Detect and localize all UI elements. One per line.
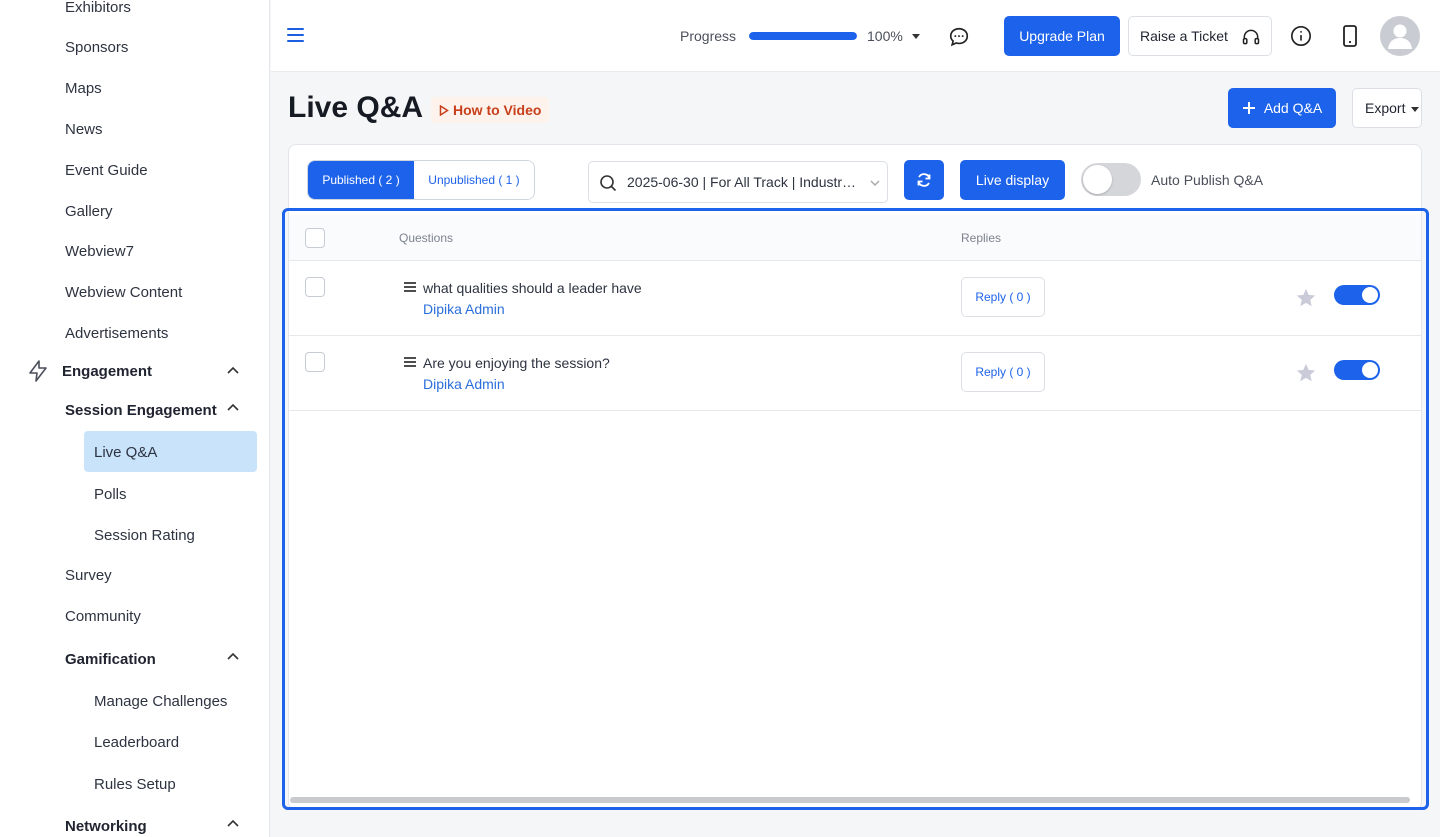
sidebar-item-rules-setup[interactable]: Rules Setup [94, 776, 176, 793]
phone-icon[interactable] [1342, 25, 1358, 47]
chevron-up-icon[interactable] [225, 363, 241, 379]
chevron-up-icon[interactable] [225, 400, 241, 416]
progress-bar-fill [749, 32, 857, 40]
sidebar-item-survey[interactable]: Survey [65, 567, 112, 584]
caret-down-icon [1411, 107, 1419, 112]
headset-icon [1242, 29, 1260, 45]
auto-publish-toggle[interactable] [1081, 163, 1141, 196]
how-to-video-link[interactable]: How to Video [431, 97, 550, 123]
page-title: Live Q&A [288, 91, 424, 124]
sidebar-item-manage-challenges[interactable]: Manage Challenges [94, 693, 227, 710]
sidebar-section-session-engagement[interactable]: Session Engagement [65, 402, 217, 419]
chevron-down-icon [870, 180, 880, 187]
add-qa-label: Add Q&A [1263, 100, 1323, 116]
sidebar-section-networking[interactable]: Networking [65, 818, 147, 835]
plus-icon [1242, 102, 1255, 114]
info-icon[interactable] [1290, 25, 1312, 47]
sidebar-item-maps[interactable]: Maps [65, 80, 102, 97]
add-qa-button[interactable]: Add Q&A [1228, 88, 1336, 128]
tab-unpublished[interactable]: Unpublished ( 1 ) [414, 161, 534, 199]
refresh-button[interactable] [904, 160, 944, 200]
sidebar: Exhibitors Sponsors Maps News Event Guid… [0, 0, 270, 837]
sidebar-item-session-rating[interactable]: Session Rating [94, 527, 195, 544]
tab-published[interactable]: Published ( 2 ) [308, 161, 414, 199]
chevron-up-icon[interactable] [225, 649, 241, 665]
progress-dropdown-caret-icon[interactable] [912, 34, 920, 39]
raise-ticket-button[interactable]: Raise a Ticket [1128, 16, 1272, 56]
auto-publish-label: Auto Publish Q&A [1151, 172, 1264, 188]
session-select-value: 2025-06-30 | For All Track | Industry In… [627, 174, 859, 190]
sidebar-item-sponsors[interactable]: Sponsors [65, 39, 128, 56]
upgrade-plan-button[interactable]: Upgrade Plan [1004, 16, 1120, 56]
live-display-button[interactable]: Live display [960, 160, 1065, 200]
sidebar-item-exhibitors[interactable]: Exhibitors [65, 0, 131, 16]
bolt-icon [29, 360, 47, 382]
sidebar-item-webview-content[interactable]: Webview Content [65, 284, 182, 301]
sidebar-item-webview7[interactable]: Webview7 [65, 243, 134, 260]
chat-icon[interactable] [948, 26, 970, 48]
sidebar-item-leaderboard[interactable]: Leaderboard [94, 734, 179, 751]
sidebar-item-event-guide[interactable]: Event Guide [65, 162, 148, 179]
sidebar-item-news[interactable]: News [65, 121, 103, 138]
refresh-icon [917, 173, 931, 187]
progress-label: Progress [680, 28, 737, 44]
sidebar-item-live-qa[interactable]: Live Q&A [94, 444, 157, 461]
sidebar-item-advertisements[interactable]: Advertisements [65, 325, 168, 342]
raise-ticket-label: Raise a Ticket [1140, 28, 1228, 44]
chevron-up-icon[interactable] [225, 816, 241, 832]
search-icon [600, 175, 617, 192]
progress-bar [749, 32, 857, 40]
hamburger-icon[interactable] [287, 28, 304, 43]
progress-percent: 100% [867, 28, 903, 44]
top-bar: Progress 100% Upgrade Plan Raise a Ticke… [271, 0, 1440, 72]
export-dropdown[interactable]: Export [1352, 88, 1422, 128]
avatar[interactable] [1380, 16, 1420, 56]
sidebar-item-gallery[interactable]: Gallery [65, 203, 113, 220]
session-select[interactable]: 2025-06-30 | For All Track | Industry In… [588, 161, 888, 203]
sidebar-item-community[interactable]: Community [65, 608, 141, 625]
sidebar-section-engagement[interactable]: Engagement [62, 363, 152, 380]
how-to-video-label: How to Video [453, 102, 542, 118]
sidebar-item-polls[interactable]: Polls [94, 486, 127, 503]
table-focus-outline [282, 208, 1429, 810]
sidebar-section-gamification[interactable]: Gamification [65, 651, 156, 668]
export-label: Export [1365, 100, 1406, 116]
publish-filter-tabs: Published ( 2 ) Unpublished ( 1 ) [307, 160, 535, 200]
play-icon [439, 104, 449, 116]
